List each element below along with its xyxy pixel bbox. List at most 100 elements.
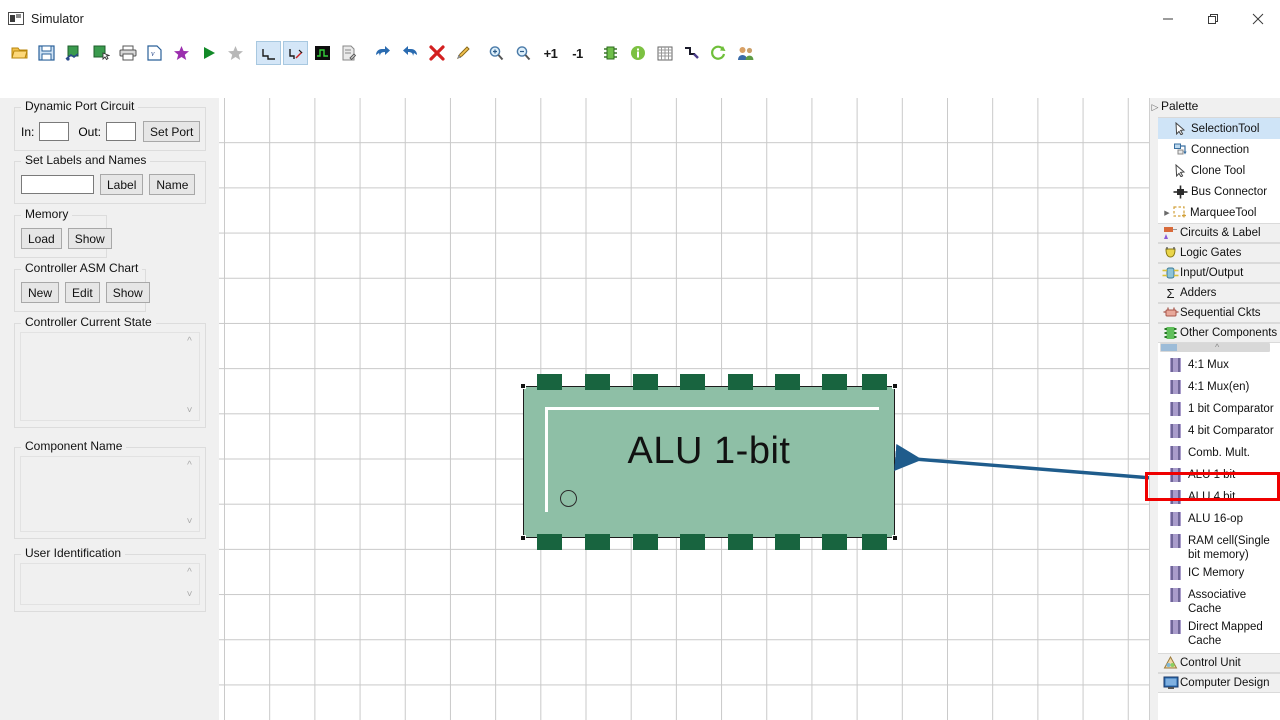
set-port-button[interactable]: Set Port [143, 121, 201, 142]
palette-category-other-components[interactable]: Other Components [1158, 323, 1280, 343]
component-pin[interactable] [680, 374, 705, 390]
palette-horizontal-scrollbar[interactable]: ^ [1158, 342, 1280, 355]
palette-item-ram-cell[interactable]: RAM cell(Single bit memory) [1158, 531, 1280, 563]
magnifier-plus-icon[interactable] [484, 41, 509, 65]
palette-item-alu-16-op[interactable]: ALU 16-op [1158, 509, 1280, 531]
redo-arrow-icon[interactable] [397, 41, 422, 65]
label-button[interactable]: Label [100, 174, 144, 195]
palette-item-1-bit-comparator[interactable]: 1 bit Comparator [1158, 399, 1280, 421]
scrollbar-track[interactable]: ^ [1160, 342, 1270, 352]
palette-category-sequential-ckts[interactable]: Sequential Ckts [1158, 303, 1280, 323]
memory-show-button[interactable]: Show [67, 228, 112, 249]
star-purple-icon[interactable] [169, 41, 194, 65]
component-pin[interactable] [728, 534, 753, 550]
component-pin[interactable] [862, 374, 887, 390]
palette-item-ic-memory[interactable]: IC Memory [1158, 563, 1280, 585]
component-name-scrollbar[interactable]: ^ ˅ [181, 458, 198, 530]
controller-state-listbox[interactable]: ^ ˅ [20, 332, 200, 421]
grid-icon[interactable] [652, 41, 677, 65]
palette-category-input-output[interactable]: Input/Output [1158, 263, 1280, 283]
chevron-right-icon[interactable]: ▷ [1150, 98, 1160, 116]
palette-tool-connection[interactable]: Connection [1158, 139, 1280, 160]
import-icon[interactable] [88, 41, 113, 65]
minus-one-icon[interactable]: -1 [565, 41, 590, 65]
in-port-input[interactable] [39, 122, 70, 141]
palette-tool-bus-connector[interactable]: Bus Connector [1158, 181, 1280, 202]
wire-icon[interactable] [679, 41, 704, 65]
component-pin[interactable] [633, 534, 658, 550]
label-name-input[interactable] [21, 175, 94, 194]
chevron-up-icon[interactable]: ^ [187, 458, 192, 474]
component-pin[interactable] [585, 534, 610, 550]
pencil-icon[interactable] [451, 41, 476, 65]
palette-tool-clone-tool[interactable]: Clone Tool [1158, 160, 1280, 181]
minimize-icon[interactable] [1145, 0, 1190, 38]
memory-load-button[interactable]: Load [21, 228, 62, 249]
play-green-icon[interactable] [196, 41, 221, 65]
chevron-up-icon[interactable]: ^ [1215, 342, 1219, 352]
palette-item-direct-mapped-cache[interactable]: Direct Mapped Cache [1158, 617, 1280, 649]
palette-category-computer-design[interactable]: Computer Design [1158, 673, 1280, 693]
selection-handle[interactable] [520, 383, 526, 389]
component-pin[interactable] [680, 534, 705, 550]
scrollbar-thumb[interactable] [1161, 344, 1177, 351]
chevron-down-icon[interactable]: ˅ [187, 587, 193, 603]
palette-item-comb-mult[interactable]: Comb. Mult. [1158, 443, 1280, 465]
component-pin[interactable] [822, 534, 847, 550]
users-icon[interactable] [733, 41, 758, 65]
waveform-edit-icon[interactable] [283, 41, 308, 65]
verilog-file-icon[interactable]: v [142, 41, 167, 65]
close-icon[interactable] [1235, 0, 1280, 38]
component-pin[interactable] [822, 374, 847, 390]
export-icon[interactable] [61, 41, 86, 65]
asm-edit-button[interactable]: Edit [65, 282, 100, 303]
plus-one-icon[interactable]: +1 [538, 41, 563, 65]
asm-show-button[interactable]: Show [105, 282, 150, 303]
component-pin[interactable] [537, 534, 562, 550]
waveform-icon[interactable] [256, 41, 281, 65]
chip-green-icon[interactable] [598, 41, 623, 65]
info-green-icon[interactable] [625, 41, 650, 65]
refresh-green-icon[interactable] [706, 41, 731, 65]
component-name-listbox[interactable]: ^ ˅ [20, 456, 200, 532]
palette-category-circuits-label[interactable]: Circuits & Label [1158, 223, 1280, 243]
component-pin[interactable] [862, 534, 887, 550]
magnifier-minus-icon[interactable] [511, 41, 536, 65]
palette-item-4-bit-comparator[interactable]: 4 bit Comparator [1158, 421, 1280, 443]
palette-category-adders[interactable]: Σ Adders [1158, 283, 1280, 303]
folder-open-icon[interactable] [7, 41, 32, 65]
name-button[interactable]: Name [149, 174, 196, 195]
star-gray-icon[interactable] [223, 41, 248, 65]
restore-icon[interactable] [1190, 0, 1235, 38]
chevron-down-icon[interactable]: ˅ [187, 514, 193, 530]
expand-arrow-icon[interactable]: ▶ [1163, 209, 1171, 217]
notes-icon[interactable] [337, 41, 362, 65]
user-identification-scrollbar[interactable]: ^ ˅ [181, 565, 198, 603]
undo-arrow-icon[interactable] [370, 41, 395, 65]
chevron-up-icon[interactable]: ^ [187, 565, 192, 581]
selection-handle[interactable] [520, 535, 526, 541]
user-identification-listbox[interactable]: ^ ˅ [20, 563, 200, 605]
palette-category-control-unit[interactable]: Control Unit [1158, 653, 1280, 673]
component-pin[interactable] [775, 534, 800, 550]
component-pin[interactable] [537, 374, 562, 390]
chevron-up-icon[interactable]: ^ [187, 334, 192, 350]
component-pin[interactable] [775, 374, 800, 390]
asm-new-button[interactable]: New [21, 282, 60, 303]
palette-item-4-1-mux-en[interactable]: 4:1 Mux(en) [1158, 377, 1280, 399]
component-pin[interactable] [728, 374, 753, 390]
palette-category-logic-gates[interactable]: Logic Gates [1158, 243, 1280, 263]
component-pin[interactable] [633, 374, 658, 390]
out-port-input[interactable] [106, 122, 137, 141]
printer-icon[interactable] [115, 41, 140, 65]
controller-state-scrollbar[interactable]: ^ ˅ [181, 334, 198, 419]
selection-handle[interactable] [892, 383, 898, 389]
component-pin[interactable] [585, 374, 610, 390]
selection-handle[interactable] [892, 535, 898, 541]
red-x-icon[interactable] [424, 41, 449, 65]
canvas-component-alu-1-bit[interactable]: ALU 1-bit [520, 374, 898, 550]
palette-tool-selectiontool[interactable]: SelectionTool [1158, 118, 1280, 139]
palette-tool-marqueetool[interactable]: ▶ MarqueeTool [1158, 202, 1280, 223]
palette-item-4-1-mux[interactable]: 4:1 Mux [1158, 355, 1280, 377]
palette-item-alu-4-bit[interactable]: ALU 4 bit [1158, 487, 1280, 509]
